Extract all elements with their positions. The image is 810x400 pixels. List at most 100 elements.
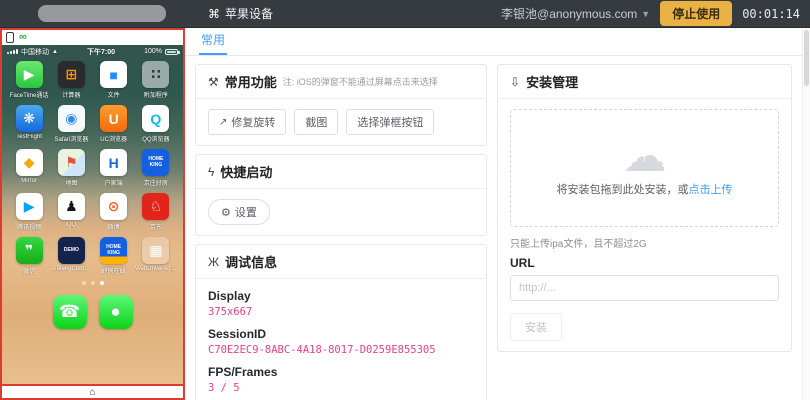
app-label: 微信 bbox=[23, 269, 36, 275]
ipa-url-input[interactable] bbox=[510, 275, 779, 301]
app-icon[interactable]: Q bbox=[142, 105, 170, 132]
tools-icon: ⚒ bbox=[208, 74, 219, 89]
app-icon[interactable]: ⚑ bbox=[57, 149, 85, 176]
app-icon[interactable]: ∷ bbox=[142, 61, 170, 88]
scrollbar[interactable] bbox=[802, 28, 810, 400]
control-panel: 常用 ⚒ 常用功能 注: iOS的弹窗不能通过屏幕点击来选择 ↗ 修复旋转 截图 选择… bbox=[185, 28, 802, 400]
stop-using-button[interactable]: 停止使用 bbox=[660, 1, 733, 26]
debug-info-title: 调试信息 bbox=[225, 255, 278, 270]
app-icon[interactable]: ❞ bbox=[15, 237, 43, 264]
debug-value: 3 / 5 bbox=[208, 382, 240, 394]
app-icon[interactable]: H bbox=[100, 149, 128, 176]
app-label: 附加程序 bbox=[143, 93, 168, 99]
app-Mirror[interactable]: ◆ Mirror bbox=[8, 149, 50, 187]
app-label: 计算器 bbox=[62, 93, 81, 99]
install-button[interactable]: 安装 bbox=[510, 313, 562, 341]
upload-dropzone[interactable]: ☁ ↑ 将安装包拖到此处安装，或点击上传 bbox=[510, 109, 779, 227]
app-icon[interactable]: ▦ bbox=[142, 237, 170, 264]
device-screen[interactable]: 中国移动 ▲ 下午7:00 100% ▶ FaceTime通话 ⊞ 计算器 ■ 文件 ∷ 附加… bbox=[2, 45, 183, 384]
device-icon bbox=[6, 32, 14, 43]
app-label: WebDriverAg… bbox=[135, 266, 177, 272]
cloud-upload-icon: ☁ ↑ bbox=[622, 132, 667, 182]
app-label: 京庄好房 bbox=[143, 181, 168, 187]
app-label: QQ浏览器 bbox=[142, 137, 170, 143]
fix-rotation-icon: ↗ bbox=[219, 116, 228, 128]
app-label: 地图 bbox=[65, 181, 78, 187]
home-button-icon[interactable]: ⌂ bbox=[89, 387, 95, 398]
battery-icon bbox=[165, 48, 180, 55]
app-icon[interactable]: HOME KING bbox=[142, 149, 170, 176]
app-icon[interactable]: DEMO bbox=[57, 237, 85, 264]
debug-fields: Display 375x667 SessionID C70E2EC9-8ABC-4A1… bbox=[196, 279, 486, 400]
app-icon[interactable]: HOME KING bbox=[100, 237, 128, 264]
app-grid: ▶ FaceTime通话 ⊞ 计算器 ■ 文件 ∷ 附加程序 ❋ TestFlight ◉ Safar… bbox=[2, 58, 183, 275]
app-XMengCom…[interactable]: DEMO XMengCom… bbox=[50, 237, 92, 275]
app-TestFlight[interactable]: ❋ TestFlight bbox=[8, 105, 50, 143]
scrollbar-thumb[interactable] bbox=[804, 30, 809, 86]
app-Safari浏览器[interactable]: ◉ Safari浏览器 bbox=[50, 105, 92, 143]
common-functions-card: ⚒ 常用功能 注: iOS的弹窗不能通过屏幕点击来选择 ↗ 修复旋转 截图 选择弹框按… bbox=[195, 64, 487, 146]
url-label: URL bbox=[510, 256, 535, 270]
app-label: 文件 bbox=[107, 93, 120, 99]
fn-button-选择弹框按钮[interactable]: 选择弹框按钮 bbox=[346, 109, 435, 135]
app-QQ浏览器[interactable]: Q QQ浏览器 bbox=[135, 105, 177, 143]
app-label: Safari浏览器 bbox=[54, 137, 89, 143]
app-icon[interactable]: ⊙ bbox=[100, 193, 128, 220]
user-email: 李银池@anonymous.com bbox=[501, 7, 638, 21]
app-icon[interactable]: ■ bbox=[100, 61, 128, 88]
app-微信[interactable]: ❞ 微信 bbox=[8, 237, 50, 275]
app-好房在线[interactable]: HOME KING 好房在线 bbox=[93, 237, 135, 275]
app-icon[interactable]: ◉ bbox=[57, 105, 85, 132]
fn-button-修复旋转[interactable]: ↗ 修复旋转 bbox=[208, 109, 287, 135]
app-UC浏览器[interactable]: U UC浏览器 bbox=[93, 105, 135, 143]
dock: ☎ ● bbox=[2, 295, 183, 337]
app-QQ[interactable]: ♟ QQ bbox=[50, 193, 92, 231]
app-label: QQ bbox=[66, 222, 77, 228]
session-timer: 00:01:14 bbox=[742, 6, 800, 21]
app-地图[interactable]: ⚑ 地图 bbox=[50, 149, 92, 187]
messages-app[interactable]: ● bbox=[98, 295, 133, 329]
tab-common[interactable]: 常用 bbox=[199, 28, 228, 55]
app-微博[interactable]: ⊙ 微博 bbox=[93, 193, 135, 231]
debug-label: FPS/Frames bbox=[208, 365, 278, 379]
device-mirror-panel[interactable]: ∞ 中国移动 ▲ 下午7:00 100% ▶ FaceTime通话 ⊞ 计算器 ■ 文件 ∷… bbox=[0, 28, 185, 400]
phone-app[interactable]: ☎ bbox=[52, 295, 87, 329]
app-附加程序[interactable]: ∷ 附加程序 bbox=[135, 61, 177, 99]
install-management-card: ⇩ 安装管理 ☁ ↑ 将安装包拖到此处安装，或点击上传 只能上传ipa文件，且不超… bbox=[497, 64, 792, 352]
page-dot bbox=[99, 281, 104, 285]
apple-icon: ⌘ bbox=[208, 6, 220, 21]
tab-bar: 常用 bbox=[185, 28, 802, 56]
app-icon[interactable]: ♘ bbox=[142, 193, 170, 220]
app-icon[interactable]: U bbox=[100, 105, 128, 132]
dropzone-text: 将安装包拖到此处安装，或 bbox=[556, 183, 689, 196]
app-label: TestFlight bbox=[16, 134, 42, 140]
app-icon[interactable]: ▶ bbox=[15, 61, 43, 88]
app-WebDriverAg…[interactable]: ▦ WebDriverAg… bbox=[135, 237, 177, 275]
page-dot bbox=[81, 281, 86, 285]
fn-button-截图[interactable]: 截图 bbox=[294, 109, 339, 135]
statusbar-time: 下午7:00 bbox=[87, 48, 116, 56]
user-menu[interactable]: 李银池@anonymous.com ▼ bbox=[501, 5, 650, 22]
app-icon[interactable]: ❋ bbox=[15, 105, 43, 132]
app-logo bbox=[38, 5, 166, 22]
common-functions-title: 常用功能 bbox=[224, 75, 277, 90]
app-icon[interactable]: ◆ bbox=[15, 149, 43, 176]
quick-launch-title: 快捷启动 bbox=[220, 165, 273, 180]
app-icon[interactable]: ♟ bbox=[57, 193, 85, 220]
quick-launch-设置[interactable]: ⚙ 设置 bbox=[208, 199, 270, 225]
click-upload-link[interactable]: 点击上传 bbox=[689, 184, 733, 196]
app-label: 微博 bbox=[107, 225, 120, 231]
app-京庄好房[interactable]: HOME KING 京庄好房 bbox=[135, 149, 177, 187]
app-腾讯视频[interactable]: ▶ 腾讯视频 bbox=[8, 193, 50, 231]
app-FaceTime通话[interactable]: ▶ FaceTime通话 bbox=[8, 61, 50, 99]
app-文件[interactable]: ■ 文件 bbox=[93, 61, 135, 99]
app-icon[interactable]: ▶ bbox=[15, 193, 43, 220]
app-户家端[interactable]: H 户家端 bbox=[93, 149, 135, 187]
app-label: FaceTime通话 bbox=[9, 93, 49, 99]
quick-launch-buttons: ⚙ 设置 bbox=[208, 199, 474, 225]
app-icon[interactable]: ⊞ bbox=[57, 61, 85, 88]
app-计算器[interactable]: ⊞ 计算器 bbox=[50, 61, 92, 99]
app-京东[interactable]: ♘ 京东 bbox=[135, 193, 177, 231]
signal-icon bbox=[7, 49, 18, 54]
app-label: 京东 bbox=[149, 225, 162, 231]
